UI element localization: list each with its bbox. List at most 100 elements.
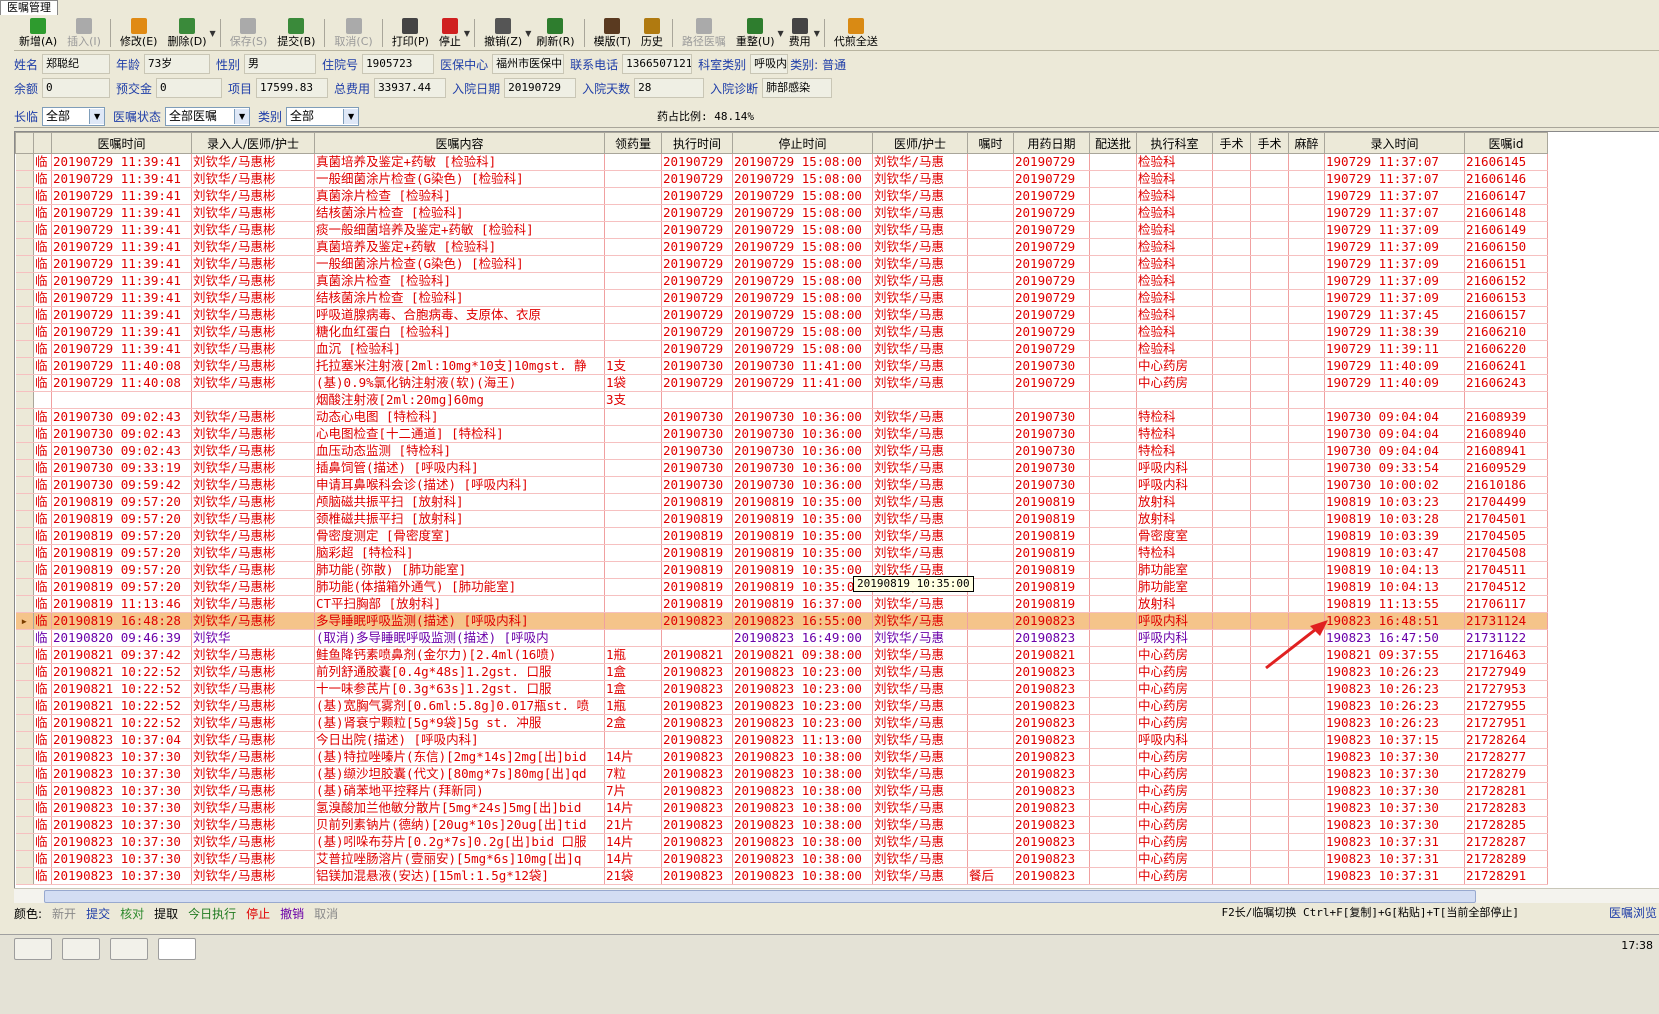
table-row[interactable]: 临 20190729 11:39:41 刘钦华/马惠彬 糖化血红蛋白 [检验科] 201… bbox=[15, 323, 1548, 341]
table-row[interactable]: 临 20190823 10:37:30 刘钦华/马惠彬 艾普拉唑肠溶片(壹丽安)[5m… bbox=[15, 850, 1548, 868]
window-tab[interactable]: 医嘱管理 bbox=[0, 0, 58, 15]
column-header[interactable]: 执行时间 bbox=[661, 132, 733, 154]
table-row[interactable]: 烟酸注射液[2ml:20mg]60mg 3支 bbox=[15, 391, 1548, 409]
table-cell: 检验科 bbox=[1136, 340, 1213, 358]
fee-button[interactable]: 费用 bbox=[784, 18, 816, 48]
history-button[interactable]: 历史 bbox=[636, 18, 668, 48]
table-row[interactable]: 临 20190821 10:22:52 刘钦华/马惠彬 十一味参芪片[0.3g*63s… bbox=[15, 680, 1548, 698]
chevron-down-icon[interactable]: ▼ bbox=[343, 108, 359, 124]
table-row[interactable]: 临 20190823 10:37:30 刘钦华/马惠彬 铝镁加混悬液(安达)[15ml… bbox=[15, 867, 1548, 885]
column-header[interactable]: 停止时间 bbox=[732, 132, 873, 154]
table-row[interactable]: 临 20190819 09:57:20 刘钦华/马惠彬 骨密度测定 [骨密度室] 201… bbox=[15, 527, 1548, 545]
column-header[interactable] bbox=[15, 132, 34, 154]
table-row[interactable]: 临 20190729 11:39:41 刘钦华/马惠彬 一般细菌涂片检查(G染色) [… bbox=[15, 170, 1548, 188]
category-filter-select[interactable]: 全部 ▼ bbox=[286, 106, 360, 126]
edit-button[interactable]: 修改(E) bbox=[115, 18, 163, 48]
chevron-down-icon[interactable]: ▼ bbox=[234, 108, 250, 124]
table-cell: 20190823 bbox=[1013, 714, 1090, 732]
table-row[interactable]: 临 20190730 09:59:42 刘钦华/马惠彬 申请耳鼻喉科会诊(描述) [呼… bbox=[15, 476, 1548, 494]
table-cell: 刘钦华/马惠彬 bbox=[191, 748, 315, 766]
table-row[interactable]: 临 20190729 11:39:41 刘钦华/马惠彬 一般细菌涂片检查(G染色) [… bbox=[15, 255, 1548, 273]
table-row[interactable]: 临 20190730 09:02:43 刘钦华/马惠彬 心电图检查[十二通道] [特检… bbox=[15, 425, 1548, 443]
column-header[interactable]: 手术 bbox=[1250, 132, 1289, 154]
table-row[interactable]: 临 20190819 09:57:20 刘钦华/马惠彬 颈椎磁共振平扫 [放射科] 20… bbox=[15, 510, 1548, 528]
table-row[interactable]: 临 20190729 11:40:08 刘钦华/马惠彬 (基)0.9%氯化钠注射液(软… bbox=[15, 374, 1548, 392]
table-cell: 21728281 bbox=[1464, 782, 1548, 800]
column-header[interactable]: 麻醉 bbox=[1288, 132, 1325, 154]
table-row[interactable]: 临 20190729 11:40:08 刘钦华/马惠彬 托拉塞米注射液[2ml:10m… bbox=[15, 357, 1548, 375]
decoct-button[interactable]: 代煎全送 bbox=[829, 18, 883, 48]
orders-grid[interactable]: 医嘱时间 录入人/医师/护士 医嘱内容 领药量 执行时间 停止时间 医师/护士 嘱时 用药日期配… bbox=[14, 131, 1659, 889]
browser-icon[interactable] bbox=[110, 938, 148, 960]
table-row[interactable]: 临 20190730 09:02:43 刘钦华/马惠彬 血压动态监测 [特检科] 201… bbox=[15, 442, 1548, 460]
template-button[interactable]: 模版(T) bbox=[589, 18, 636, 48]
table-row[interactable]: 临 20190819 09:57:20 刘钦华/马惠彬 肺功能(弥散) [肺功能室] 2… bbox=[15, 561, 1548, 579]
column-header[interactable]: 领药量 bbox=[604, 132, 662, 154]
table-row[interactable]: 临 20190729 11:39:41 刘钦华/马惠彬 结核菌涂片检查 [检验科] 20… bbox=[15, 289, 1548, 307]
column-header[interactable]: 医师/护士 bbox=[872, 132, 968, 154]
table-cell: 临 bbox=[33, 561, 52, 579]
active-app-icon[interactable] bbox=[158, 938, 196, 960]
table-cell bbox=[604, 187, 662, 205]
table-row[interactable]: 临 20190729 11:39:41 刘钦华/马惠彬 真菌培养及鉴定+药敏 [检验科… bbox=[15, 238, 1548, 256]
column-header[interactable]: 录入人/医师/护士 bbox=[191, 132, 315, 154]
column-header[interactable]: 医嘱id bbox=[1464, 132, 1548, 154]
toolbar-separator bbox=[381, 19, 383, 47]
table-cell: 20190823 bbox=[661, 816, 733, 834]
table-row[interactable]: 临 20190729 11:39:41 刘钦华/马惠彬 结核菌涂片检查 [检验科] 20… bbox=[15, 204, 1548, 222]
table-cell: 临 bbox=[33, 714, 52, 732]
table-row[interactable]: 临 20190819 09:57:20 刘钦华/马惠彬 颅脑磁共振平扫 [放射科] 20… bbox=[15, 493, 1548, 511]
table-row[interactable]: 临 20190819 09:57:20 刘钦华/马惠彬 脑彩超 [特检科] 201908… bbox=[15, 544, 1548, 562]
undo-button[interactable]: 撤销(Z) bbox=[479, 18, 527, 48]
table-row[interactable]: 临 20190730 09:02:43 刘钦华/马惠彬 动态心电图 [特检科] 2019… bbox=[15, 408, 1548, 426]
horizontal-scrollbar[interactable] bbox=[14, 888, 1659, 903]
table-row[interactable]: 临 20190729 11:39:41 刘钦华/马惠彬 真菌涂片检查 [检验科] 201… bbox=[15, 187, 1548, 205]
table-row[interactable]: 临 20190823 10:37:30 刘钦华/马惠彬 氢溴酸加兰他敏分散片[5mg*… bbox=[15, 799, 1548, 817]
column-header[interactable]: 配送批 bbox=[1089, 132, 1137, 154]
chevron-down-icon[interactable]: ▼ bbox=[814, 29, 820, 38]
delete-button[interactable]: 删除(D) bbox=[162, 18, 211, 48]
order-status-select[interactable]: 全部医嘱 ▼ bbox=[165, 106, 251, 126]
table-row[interactable]: 临 20190729 11:39:41 刘钦华/马惠彬 血沉 [检验科] 2019072… bbox=[15, 340, 1548, 358]
refresh-button[interactable]: 刷新(R) bbox=[531, 18, 579, 48]
table-cell bbox=[15, 544, 34, 562]
column-header[interactable]: 录入时间 bbox=[1324, 132, 1465, 154]
table-cell: 190729 11:37:07 bbox=[1324, 204, 1465, 222]
column-header[interactable]: 手术 bbox=[1212, 132, 1251, 154]
table-row[interactable]: 临 20190730 09:33:19 刘钦华/马惠彬 插鼻饲管(描述) [呼吸内科]… bbox=[15, 459, 1548, 477]
table-row[interactable]: 临 20190819 11:13:46 刘钦华/马惠彬 CT平扫胸部 [放射科] 201… bbox=[15, 595, 1548, 613]
table-row[interactable]: 临 20190821 10:22:52 刘钦华/马惠彬 (基)宽胸气雾剂[0.6ml:… bbox=[15, 697, 1548, 715]
table-row[interactable]: 临 20190823 10:37:30 刘钦华/马惠彬 (基)硝苯地平控释片(拜新同)… bbox=[15, 782, 1548, 800]
taskbar-app-icon[interactable] bbox=[14, 938, 52, 960]
table-row[interactable]: 临 20190729 11:39:41 刘钦华/马惠彬 痰一般细菌培养及鉴定+药敏 [… bbox=[15, 221, 1548, 239]
table-row[interactable]: 临 20190823 10:37:04 刘钦华/马惠彬 今日出院(描述) [呼吸内科]… bbox=[15, 731, 1548, 749]
table-row[interactable]: 临 20190729 11:39:41 刘钦华/马惠彬 真菌涂片检查 [检验科] 201… bbox=[15, 272, 1548, 290]
table-cell bbox=[967, 221, 1014, 239]
submit-button[interactable]: 提交(B) bbox=[272, 18, 320, 48]
order-type-select[interactable]: 全部 ▼ bbox=[42, 106, 106, 126]
stop-button[interactable]: 停止 bbox=[434, 18, 466, 48]
print-button[interactable]: 打印(P) bbox=[387, 18, 434, 48]
chevron-down-icon[interactable]: ▼ bbox=[464, 29, 470, 38]
table-row[interactable]: 临 20190823 10:37:30 刘钦华/马惠彬 (基)特拉唑嗪片(东信)[2m… bbox=[15, 748, 1548, 766]
add-button[interactable]: 新增(A) bbox=[14, 18, 62, 48]
column-header[interactable]: 执行科室 bbox=[1136, 132, 1213, 154]
table-row[interactable]: 临 20190729 11:39:41 刘钦华/马惠彬 呼吸道腺病毒、合胞病毒、支原体… bbox=[15, 306, 1548, 324]
table-row[interactable]: 临 20190821 10:22:52 刘钦华/马惠彬 (基)肾衰宁颗粒[5g*9袋]… bbox=[15, 714, 1548, 732]
column-header[interactable]: 医嘱内容 bbox=[314, 132, 605, 154]
column-header[interactable]: 医嘱时间 bbox=[51, 132, 192, 154]
table-row[interactable]: 临 20190819 09:57:20 刘钦华/马惠彬 肺功能(体描箱外通气) [肺功… bbox=[15, 578, 1548, 596]
column-header[interactable]: 嘱时 bbox=[967, 132, 1014, 154]
folder-icon[interactable] bbox=[62, 938, 100, 960]
table-row[interactable]: 临 20190729 11:39:41 刘钦华/马惠彬 真菌培养及鉴定+药敏 [检验科… bbox=[15, 153, 1548, 171]
column-header[interactable]: 用药日期 bbox=[1013, 132, 1090, 154]
table-row[interactable]: 临 20190823 10:37:30 刘钦华/马惠彬 (基)缬沙坦胶囊(代文)[80… bbox=[15, 765, 1548, 783]
reorganize-button[interactable]: 重整(U) bbox=[731, 18, 780, 48]
table-row[interactable]: 临 20190823 10:37:30 刘钦华/马惠彬 贝前列素钠片(德纳)[20ug… bbox=[15, 816, 1548, 834]
chevron-down-icon[interactable]: ▼ bbox=[89, 108, 105, 124]
scrollbar-thumb[interactable] bbox=[44, 890, 1476, 903]
chevron-down-icon[interactable]: ▼ bbox=[210, 29, 216, 38]
table-cell bbox=[1212, 459, 1251, 477]
column-header[interactable] bbox=[33, 132, 52, 154]
table-row[interactable]: 临 20190823 10:37:30 刘钦华/马惠彬 (基)吲哚布芬片[0.2g*7… bbox=[15, 833, 1548, 851]
